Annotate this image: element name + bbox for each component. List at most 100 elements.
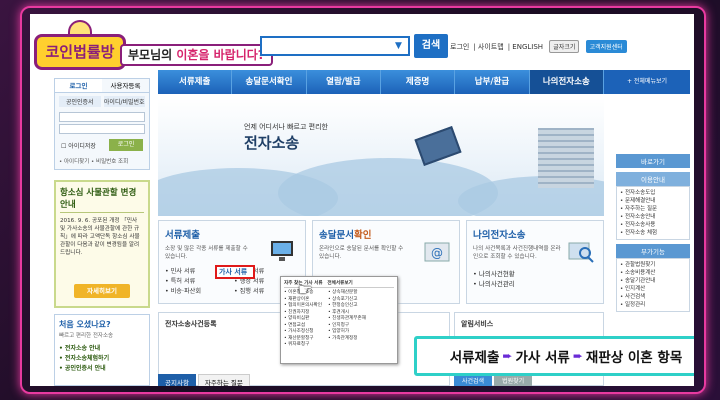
arrow-right-icon: ➨: [572, 349, 583, 363]
sidebar-item[interactable]: • 문제해결안내: [620, 197, 686, 205]
sidebar-title-extra: 부가기능: [616, 244, 690, 258]
service-delivery-title-b: 확인: [353, 230, 372, 241]
save-id-checkbox[interactable]: ☐ 아이디저장: [61, 141, 96, 150]
login-links[interactable]: • 아이디찾기 • 비밀번호 조회: [59, 157, 128, 165]
sidebar-item[interactable]: • 일정관리: [620, 301, 686, 309]
first-visit-panel: 처음 오셨나요? 빠르고 편리한 전자소송 • 전자소송 안내 • 전자소송체험…: [54, 314, 150, 386]
magnifier-folder-icon: [568, 242, 594, 263]
video-frame: 코인법률방 부모님의 이혼을 바랍니다? ▼ 검색 로그인 | 사이트맵 | ENG…: [0, 0, 720, 400]
font-size-button[interactable]: 글자크기: [549, 40, 580, 53]
hand-cursor-icon: ☛: [298, 280, 313, 299]
popup-item[interactable]: • 가족관계정정: [328, 336, 366, 343]
subtitle-pre: 부모님의: [128, 48, 177, 62]
sidebar-guide-list: • 전자소송도입 • 문제해결안내 • 자주하는 질문 • 전자소송안내 • 전…: [616, 186, 690, 240]
login-opt-cert[interactable]: 공인인증서: [59, 96, 101, 107]
top-link-login[interactable]: 로그인: [450, 43, 469, 51]
first-visit-sub: 빠르고 편리한 전자소송: [59, 333, 114, 339]
search-button[interactable]: 검색: [414, 34, 448, 58]
all-menu-button[interactable]: + 전체메뉴보기: [604, 70, 690, 94]
svg-text:@: @: [431, 246, 443, 260]
court-building-icon: [538, 128, 594, 188]
nav-item-submit[interactable]: 서류제출: [158, 70, 233, 94]
caption-step-2: 가사 서류: [515, 350, 570, 366]
sidebar-item[interactable]: • 관할법원찾기: [620, 261, 686, 269]
hero-tagline: 언제 어디서나 빠르고 편리한: [244, 123, 328, 131]
hero-title: 전자소송: [244, 134, 300, 152]
caption-step-3: 재판상 이혼 항목: [585, 350, 683, 366]
show-logo: 코인법률방: [34, 20, 126, 72]
alert-service-title[interactable]: 알림서비스: [461, 319, 493, 329]
sidebar-item[interactable]: • 전자소송사용: [620, 221, 686, 229]
login-panel: 로그인 사용자등록 공인인증서 아이디/비밀번호 ☐ 아이디저장 로그인 • 아…: [54, 78, 150, 170]
notice-body: 2016. 9. 6. 공포된 개정 「민사 및 가사소송의 사물관할에 관한 …: [60, 218, 140, 256]
sidebar-item[interactable]: • 송달기관안내: [620, 277, 686, 285]
popup-item[interactable]: • 친생자관계부존재: [328, 316, 366, 323]
top-links: 로그인 | 사이트맵 | ENGLISH 글자크기 고객지원센터: [450, 40, 631, 53]
notice-panel: 항소심 사물관할 변경안내 2016. 9. 6. 공포된 개정 「민사 및 가…: [54, 180, 150, 308]
tab-login[interactable]: 로그인: [55, 79, 102, 93]
tab-notice[interactable]: 공지사항: [158, 374, 196, 386]
sidebar-item[interactable]: • 전자소송도입: [620, 189, 686, 197]
notice-title: 항소심 사물관할 변경안내: [60, 186, 144, 213]
subtitle-highlight: 이혼을 바랍니다?: [176, 48, 265, 62]
caption-step-1: 서류제출: [449, 350, 500, 366]
my-case-manage-link[interactable]: • 나의사건관리: [473, 279, 597, 289]
nav-item-my-case[interactable]: 나의전자소송: [529, 70, 604, 94]
main-nav: 서류제출 송달문서확인 열람/발급 제증명 납부/환급 나의전자소송: [158, 70, 604, 94]
computer-icon: [271, 241, 293, 261]
board-tabs: 공지사항 자주하는 질문: [158, 374, 250, 386]
doc-nonlitigation[interactable]: • 비송·파산회: [165, 287, 230, 297]
sidebar-title-guide: 이용안내: [616, 172, 690, 186]
service-delivery-desc: 온라인으로 송달된 문서를 확인할 수 있습니다.: [319, 246, 404, 260]
sidebar-item[interactable]: • 인지계산: [620, 285, 686, 293]
my-case-status-link[interactable]: • 나의사건현황: [473, 269, 597, 279]
sidebar-item[interactable]: • 자주하는 질문: [620, 205, 686, 213]
sidebar-item[interactable]: • 전자소송 체험: [620, 229, 686, 237]
popup-item[interactable]: • 위자료청구: [284, 342, 322, 349]
email-folder-icon: @: [424, 242, 450, 262]
chevron-down-icon: ▼: [395, 41, 402, 51]
tab-faq[interactable]: 자주하는 질문: [197, 374, 250, 386]
sidebar-title-shortcut: 바로가기: [616, 154, 690, 168]
nav-item-delivery[interactable]: 송달문서확인: [232, 70, 307, 94]
popup-col-2: • 상속재산분할 • 상속포기신고 • 한정승인신고 • 후견개시 • 친생자관…: [328, 290, 366, 349]
support-center-button[interactable]: 고객지원센터: [585, 40, 627, 53]
sidebar-item[interactable]: • 전자소송안내: [620, 213, 686, 221]
sidebar-item[interactable]: • 사건검색: [620, 293, 686, 301]
first-visit-link[interactable]: • 전자소송 안내: [59, 344, 145, 354]
popup-item[interactable]: • 협의이혼의사확인: [284, 303, 322, 310]
case-register-title[interactable]: 전자소송사건등록: [165, 319, 217, 329]
top-link-sitemap[interactable]: 사이트맵: [478, 43, 504, 51]
first-visit-link[interactable]: • 공인인증서 안내: [59, 364, 145, 374]
family-doc-highlight[interactable]: 가사 서류: [215, 265, 255, 279]
login-password-input[interactable]: [59, 124, 145, 134]
nav-item-view[interactable]: 열람/발급: [307, 70, 381, 94]
court-website-screen: 코인법률방 부모님의 이혼을 바랍니다? ▼ 검색 로그인 | 사이트맵 | ENG…: [30, 14, 694, 386]
caption-box: 서류제출 ➨ 가사 서류 ➨ 재판상 이혼 항목: [414, 336, 694, 376]
first-visit-title: 처음 오셨나요?: [59, 320, 111, 329]
login-opt-id[interactable]: 아이디/비밀번호: [103, 96, 145, 107]
hero-banner: 언제 어디서나 빠르고 편리한 전자소송: [158, 98, 604, 216]
episode-subtitle: 부모님의 이혼을 바랍니다?: [120, 44, 273, 66]
tab-register[interactable]: 사용자등록: [102, 79, 149, 93]
service-my-case-desc: 나의 사건목록과 사건진행내역을 온라인으로 조회할 수 있습니다.: [473, 246, 561, 260]
service-delivery-title-a: 송달문서: [319, 230, 354, 241]
monitor-icon: [414, 126, 462, 166]
sidebar-item[interactable]: • 소송비용계산: [620, 269, 686, 277]
service-my-case: 나의전자소송 나의 사건목록과 사건진행내역을 온라인으로 조회할 수 있습니다…: [466, 220, 604, 304]
right-sidebar: 바로가기 이용안내 • 전자소송도입 • 문제해결안내 • 자주하는 질문 • …: [616, 150, 690, 312]
nav-item-payment[interactable]: 납부/환급: [455, 70, 530, 94]
save-id-label: 아이디저장: [68, 143, 96, 150]
nav-item-certificate[interactable]: 제증명: [381, 70, 456, 94]
popup-all-docs-link[interactable]: 전체서류보기: [327, 281, 352, 286]
sidebar-extra-list: • 관할법원찾기 • 소송비용계산 • 송달기관안내 • 인지계산 • 사건검색…: [616, 258, 690, 312]
login-id-input[interactable]: [59, 112, 145, 122]
logo-text: 코인법률방: [34, 34, 126, 70]
service-submit-desc: 소장 및 많은 각종 서류를 제출할 수 있습니다.: [165, 246, 248, 260]
first-visit-link[interactable]: • 전자소송체험하기: [59, 354, 145, 364]
notice-more-button[interactable]: 자세히보기: [74, 284, 130, 298]
search-input[interactable]: ▼: [260, 36, 410, 56]
arrow-right-icon: ➨: [502, 349, 513, 363]
login-button[interactable]: 로그인: [109, 139, 143, 151]
top-link-english[interactable]: ENGLISH: [512, 43, 543, 51]
